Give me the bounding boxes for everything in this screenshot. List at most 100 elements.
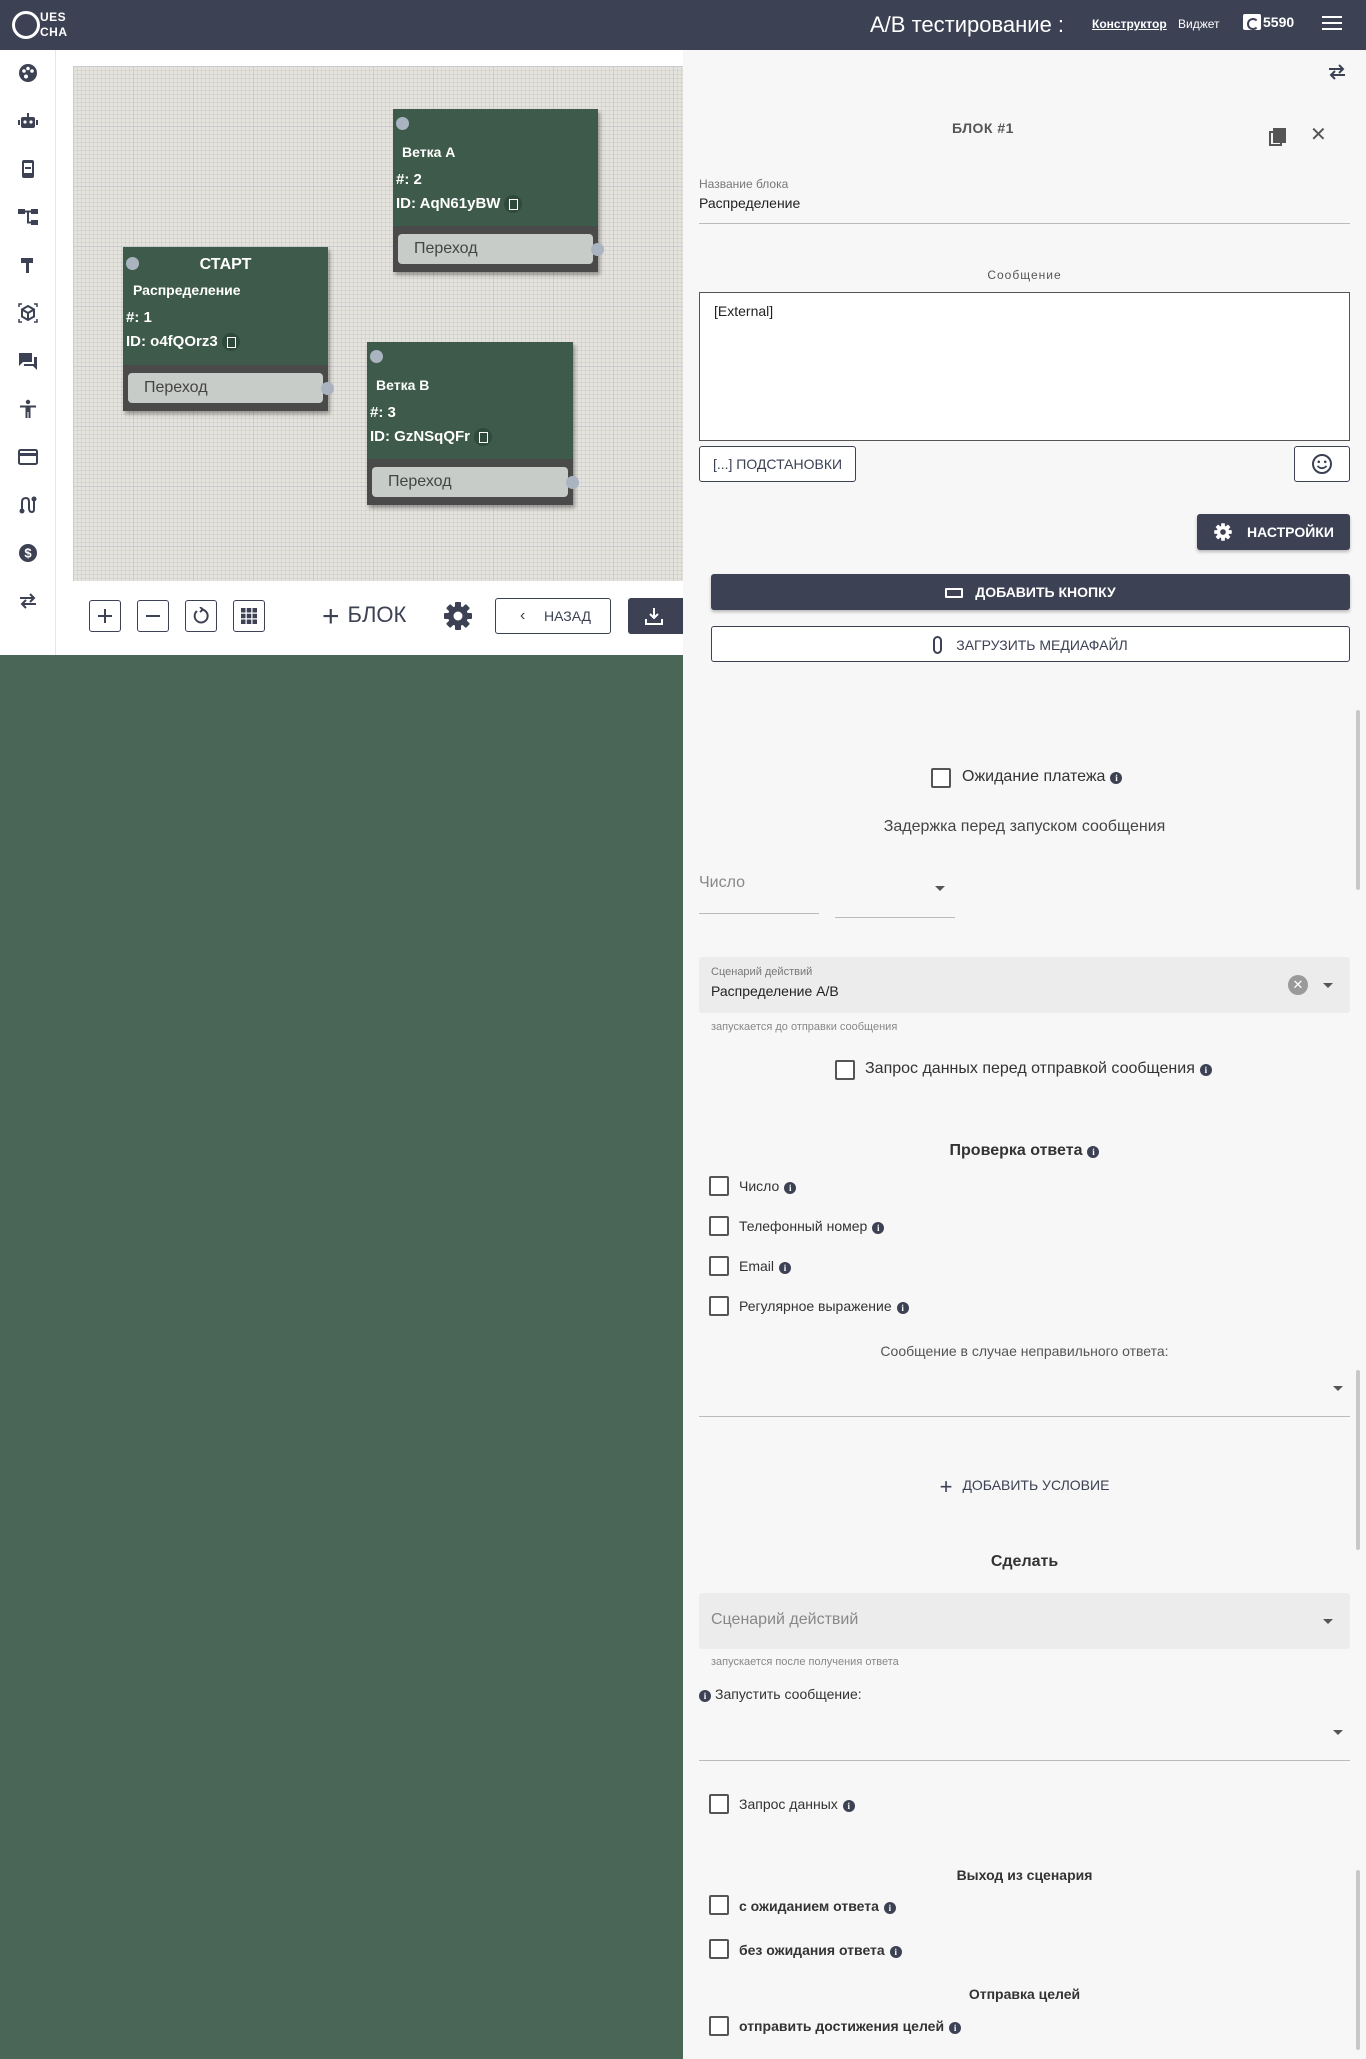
info-icon[interactable]: i: [896, 1302, 909, 1314]
info-icon[interactable]: i: [699, 1690, 711, 1702]
transition-button[interactable]: Переход: [398, 234, 593, 264]
robot-icon[interactable]: [17, 110, 39, 132]
logo[interactable]: UES CHA: [10, 8, 70, 44]
save-button[interactable]: [628, 598, 688, 634]
wrong-answer-select-caret[interactable]: [1333, 1386, 1343, 1391]
transition-button[interactable]: Переход: [128, 373, 323, 403]
clear-icon[interactable]: ✕: [1288, 975, 1308, 995]
copy-icon[interactable]: [474, 428, 492, 447]
request-data-checkbox[interactable]: [709, 1794, 729, 1814]
do-title: Сделать: [990, 1553, 1059, 1570]
tab-widget[interactable]: Виджет: [1178, 17, 1220, 31]
phone-icon[interactable]: [17, 158, 39, 180]
node-branch-b[interactable]: Ветка В #: 3 ID: GzNSqQFr Переход: [367, 342, 579, 505]
node-output-dot[interactable]: [591, 243, 604, 256]
zoom-out-button[interactable]: [137, 600, 169, 632]
node-input-dot[interactable]: [396, 117, 409, 130]
run-message-select[interactable]: [699, 1760, 1350, 1761]
info-icon[interactable]: i: [872, 1222, 885, 1234]
node-footer: Переход: [123, 365, 334, 411]
tab-constructor[interactable]: Конструктор: [1092, 17, 1167, 31]
payment-wait-checkbox[interactable]: [931, 768, 951, 788]
upload-media-button[interactable]: ЗАГРУЗИТЬ МЕДИАФАЙЛ: [711, 626, 1350, 662]
do-scenario-select[interactable]: Сценарий действий: [699, 1593, 1350, 1649]
wrong-answer-select[interactable]: [699, 1416, 1350, 1417]
info-icon[interactable]: i: [1087, 1146, 1100, 1158]
check-number-checkbox[interactable]: [709, 1176, 729, 1196]
info-icon[interactable]: i: [1199, 1064, 1212, 1076]
copy-icon[interactable]: [221, 333, 240, 352]
run-message-select-caret[interactable]: [1333, 1730, 1343, 1735]
block-name-input[interactable]: Распределение: [699, 195, 800, 211]
info-icon[interactable]: i: [779, 1262, 792, 1274]
info-icon[interactable]: i: [883, 1902, 896, 1914]
check-phone-checkbox[interactable]: [709, 1216, 729, 1236]
do-scenario-hint: запускается после получения ответа: [711, 1656, 899, 1668]
message-textarea[interactable]: [External]: [699, 292, 1350, 441]
duplicate-icon[interactable]: [1269, 128, 1286, 146]
chevron-down-icon[interactable]: [1323, 1619, 1333, 1624]
request-before-checkbox[interactable]: [835, 1060, 855, 1080]
add-block-button[interactable]: + БЛОК: [322, 600, 406, 634]
reset-view-button[interactable]: [185, 600, 217, 632]
add-button-button[interactable]: ДОБАВИТЬ КНОПКУ: [711, 574, 1350, 610]
check-phone-label: Телефонный номер i: [739, 1218, 885, 1234]
transition-button[interactable]: Переход: [372, 467, 568, 497]
exit-with-wait-checkbox[interactable]: [709, 1895, 729, 1915]
check-regex-checkbox[interactable]: [709, 1296, 729, 1316]
info-icon[interactable]: i: [842, 1800, 855, 1812]
flow-tree-icon[interactable]: [17, 206, 39, 228]
balance-value: 5590: [1263, 14, 1295, 30]
info-icon[interactable]: i: [949, 2022, 962, 2034]
node-input-dot[interactable]: [370, 350, 383, 363]
swap-panel-icon[interactable]: [1327, 64, 1347, 85]
accessibility-icon[interactable]: [17, 398, 39, 420]
menu-button[interactable]: [1322, 16, 1342, 32]
credit-card-icon[interactable]: [17, 446, 39, 468]
delay-unit-select-caret[interactable]: [935, 886, 945, 891]
scenario-select[interactable]: Сценарий действий Распределение A/B ✕: [699, 957, 1350, 1013]
settings-button[interactable]: НАСТРОЙКИ: [1197, 514, 1350, 550]
add-condition-button[interactable]: + ДОБАВИТЬ УСЛОВИЕ: [683, 1474, 1366, 1500]
emoji-button[interactable]: [1294, 446, 1350, 482]
send-goals-label: отправить достижения целей i: [739, 2018, 962, 2034]
scrollbar[interactable]: [1356, 1870, 1360, 2050]
gear-icon: [1214, 523, 1232, 541]
chevron-down-icon[interactable]: [1323, 983, 1333, 988]
dollar-icon[interactable]: $: [17, 542, 39, 564]
flow-editor: СТАРТ Распределение #: 1 ID: o4fQOrz3 Пе…: [56, 50, 688, 655]
info-icon[interactable]: i: [784, 1182, 797, 1194]
gear-icon[interactable]: [442, 600, 474, 632]
exit-without-wait-checkbox[interactable]: [709, 1939, 729, 1959]
node-branch-a[interactable]: Ветка А #: 2 ID: AqN61yBW Переход: [393, 109, 604, 272]
grid-toggle-button[interactable]: [233, 600, 265, 632]
close-icon[interactable]: ✕: [1310, 122, 1327, 147]
scrollbar[interactable]: [1356, 1370, 1360, 1550]
back-button[interactable]: ‹ НАЗАД: [495, 598, 611, 634]
copy-icon[interactable]: [504, 195, 523, 214]
delay-number-input[interactable]: Число: [699, 874, 745, 892]
scrollbar[interactable]: [1356, 710, 1360, 890]
cube-icon[interactable]: [17, 302, 39, 324]
zoom-in-button[interactable]: [89, 600, 121, 632]
node-name: Распределение: [133, 282, 241, 298]
flow-canvas[interactable]: СТАРТ Распределение #: 1 ID: o4fQOrz3 Пе…: [73, 66, 683, 581]
route-icon[interactable]: [17, 494, 39, 516]
send-goals-checkbox[interactable]: [709, 2016, 729, 2036]
palette-icon[interactable]: [17, 62, 39, 84]
chevron-left-icon: ‹: [520, 607, 526, 624]
info-icon[interactable]: i: [1110, 772, 1123, 784]
chat-icon[interactable]: [17, 350, 39, 372]
info-icon[interactable]: i: [889, 1946, 902, 1958]
swap-icon[interactable]: [17, 590, 39, 612]
delay-unit-select[interactable]: [835, 917, 955, 918]
balance[interactable]: 5590: [1243, 14, 1294, 30]
node-output-dot[interactable]: [321, 382, 334, 395]
payment-wait-text: Ожидание платежа: [962, 768, 1106, 785]
check-email-checkbox[interactable]: [709, 1256, 729, 1276]
hammer-icon[interactable]: [17, 254, 39, 276]
svg-text:$: $: [24, 546, 32, 561]
node-start[interactable]: СТАРТ Распределение #: 1 ID: o4fQOrz3 Пе…: [123, 247, 334, 411]
node-output-dot[interactable]: [566, 476, 579, 489]
substitutions-button[interactable]: [...] ПОДСТАНОВКИ: [699, 446, 856, 482]
